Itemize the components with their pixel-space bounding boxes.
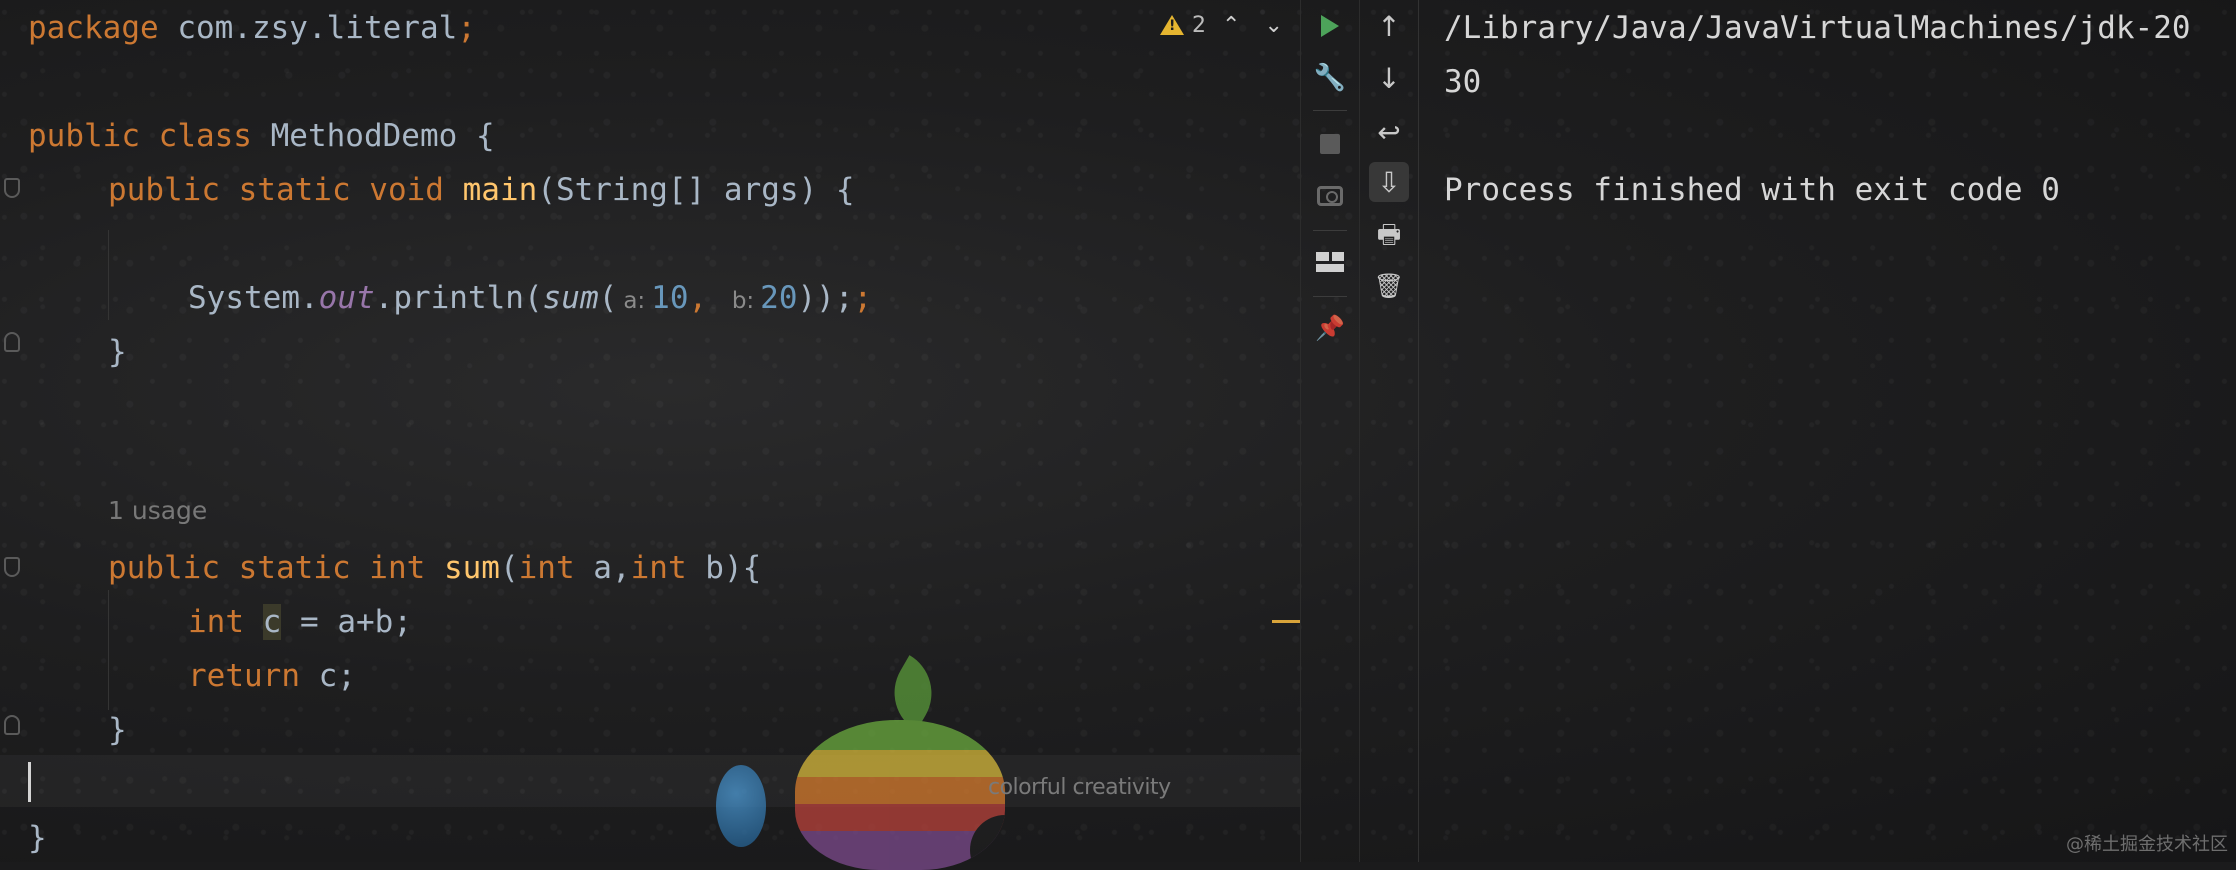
console-line-output: 30	[1444, 64, 1482, 100]
keyword: int	[188, 604, 244, 640]
toolbar-separator	[1313, 110, 1347, 111]
wrench-icon: 🔧	[1313, 63, 1347, 93]
wallpaper-tagline: colorful creativity	[988, 775, 1171, 800]
scrollbar-marker[interactable]	[1272, 620, 1300, 623]
indent-guide	[108, 590, 109, 710]
stop-button[interactable]	[1310, 124, 1350, 164]
text-caret	[28, 762, 31, 802]
class-name: MethodDemo {	[251, 118, 495, 154]
code-text: (	[499, 550, 519, 586]
toolbar-separator	[1313, 230, 1347, 231]
code-line-println[interactable]: System.out.println(sum(a: 10, b: 20));;	[188, 278, 872, 318]
clear-all-button[interactable]: 🗑	[1369, 266, 1409, 306]
parameter-hint: a:	[623, 288, 646, 314]
method-params: (String[] args) {	[537, 172, 855, 208]
run-toolbar-right: ↑ ↓ ↩ ⇩ 🖶 🗑	[1359, 0, 1419, 862]
param-name: a,	[574, 550, 631, 586]
code-text: ));	[797, 280, 854, 316]
keyword: package	[28, 10, 159, 46]
warning-icon	[1160, 15, 1184, 35]
keyword: int	[518, 550, 575, 586]
scroll-to-end-icon: ⇩	[1377, 165, 1401, 199]
keyword: class	[158, 118, 252, 154]
camera-icon	[1317, 186, 1343, 206]
console-line-command: /Library/Java/JavaVirtualMachines/jdk-20	[1444, 10, 2191, 46]
keyword: return	[188, 658, 300, 694]
watermark: @稀土掘金技术社区	[2066, 834, 2228, 855]
keyword: int	[630, 550, 687, 586]
code-text: = a+b;	[281, 604, 412, 640]
console-line-exit: Process finished with exit code 0	[1444, 172, 2060, 208]
fold-marker[interactable]	[4, 557, 20, 577]
code-text: System.	[188, 280, 319, 316]
pin-icon: 📌	[1315, 314, 1345, 342]
printer-icon: 🖶	[1376, 220, 1402, 250]
scroll-down-button[interactable]: ↓	[1369, 58, 1409, 98]
static-field: out	[318, 280, 375, 316]
keyword: public static int	[108, 550, 426, 586]
semicolon: ;	[457, 10, 476, 46]
next-highlight-button[interactable]: ⌄	[1256, 13, 1290, 38]
toolbar-separator	[1313, 296, 1347, 297]
dump-threads-button[interactable]	[1310, 176, 1350, 216]
inspection-widget[interactable]: 2 ⌃ ⌄	[1160, 10, 1291, 40]
indent-guide	[108, 230, 109, 320]
method-call: sum	[542, 280, 599, 316]
trash-icon: 🗑	[1373, 272, 1405, 300]
keyword: public	[28, 118, 140, 154]
method-name: main	[462, 172, 538, 208]
fold-marker[interactable]	[4, 178, 20, 198]
run-toolbar-left: 🔧 📌	[1300, 0, 1360, 862]
number-literal: 10	[651, 280, 689, 316]
arrow-down-icon: ↓	[1377, 61, 1401, 95]
parameter-hint: b:	[731, 288, 755, 314]
brace: }	[28, 820, 47, 856]
apple-logo-graphic	[795, 655, 1005, 870]
variable-highlight: c	[262, 604, 282, 640]
brace: }	[108, 712, 127, 748]
code-line-assign[interactable]: int c = a+b;	[188, 602, 412, 642]
method-name: sum	[443, 550, 500, 586]
keyword: public static void	[108, 172, 444, 208]
code-line-close-sum[interactable]: }	[108, 710, 127, 750]
scroll-to-end-button[interactable]: ⇩	[1369, 162, 1409, 202]
brace: }	[108, 334, 127, 370]
soft-wrap-button[interactable]: ↩	[1369, 112, 1409, 152]
package-name: com.zsy.literal	[158, 10, 458, 46]
previous-highlight-button[interactable]: ⌃	[1214, 13, 1248, 38]
code-line-class[interactable]: public class MethodDemo {	[28, 116, 495, 156]
layout-icon	[1316, 252, 1344, 272]
run-console[interactable]: /Library/Java/JavaVirtualMachines/jdk-20…	[1418, 0, 2236, 862]
code-line-package[interactable]: package com.zsy.literal;	[28, 8, 476, 48]
code-line-return[interactable]: return c;	[188, 656, 356, 696]
code-editor[interactable]: package com.zsy.literal; public class Me…	[0, 0, 1300, 870]
pin-tab-button[interactable]: 📌	[1310, 308, 1350, 348]
code-line-close-main[interactable]: }	[108, 332, 127, 372]
soft-wrap-icon: ↩	[1377, 115, 1401, 149]
number-literal: 20	[760, 280, 798, 316]
arrow-up-icon: ↑	[1377, 9, 1401, 43]
scroll-up-button[interactable]: ↑	[1369, 6, 1409, 46]
usage-hint[interactable]: 1 usage	[108, 496, 207, 525]
rerun-button[interactable]	[1310, 6, 1350, 46]
code-text: c;	[299, 658, 356, 694]
code-line-main[interactable]: public static void main(String[] args) {	[108, 170, 855, 210]
fold-marker[interactable]	[4, 715, 20, 735]
stop-icon	[1320, 134, 1340, 154]
code-line-close-class[interactable]: }	[28, 818, 47, 858]
modify-run-config-button[interactable]: 🔧	[1310, 58, 1350, 98]
print-button[interactable]: 🖶	[1369, 218, 1409, 258]
wallpaper-drop-graphic	[716, 765, 766, 847]
comma: ,	[688, 280, 726, 316]
semicolon: ;	[853, 280, 873, 316]
param-name: b){	[686, 550, 762, 586]
code-line-sum[interactable]: public static int sum(int a,int b){	[108, 548, 761, 588]
play-icon	[1321, 15, 1339, 37]
fold-marker[interactable]	[4, 332, 20, 352]
code-text: (	[598, 280, 618, 316]
layout-button[interactable]	[1310, 242, 1350, 282]
warning-count: 2	[1192, 12, 1206, 38]
code-text: .println(	[374, 280, 543, 316]
